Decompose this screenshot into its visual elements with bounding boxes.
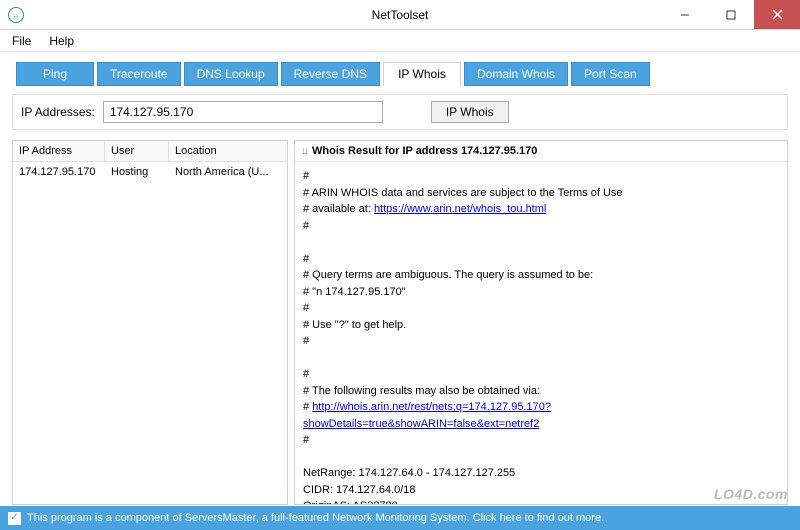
tou-link[interactable]: https://www.arin.net/whois_tou.html	[374, 203, 546, 215]
content-area: Ping Traceroute DNS Lookup Reverse DNS I…	[0, 52, 800, 505]
result-title: Whois Result for IP address 174.127.95.1…	[312, 145, 537, 157]
whois-line: #	[303, 168, 779, 185]
whois-line: # "n 174.127.95.170"	[303, 284, 779, 301]
minimize-button[interactable]	[662, 0, 708, 29]
tab-reverse-dns[interactable]: Reverse DNS	[281, 62, 380, 86]
input-row: IP Addresses: IP Whois	[12, 94, 788, 130]
menu-file[interactable]: File	[6, 32, 37, 50]
footer-banner[interactable]: ✓ This program is a component of Servers…	[0, 506, 800, 530]
whois-line: #	[303, 218, 779, 235]
whois-line: #	[303, 366, 779, 383]
watermark: LO4D.com	[714, 486, 788, 502]
menu-help[interactable]: Help	[43, 32, 80, 50]
close-button[interactable]	[754, 0, 800, 29]
whois-line: #	[303, 251, 779, 268]
whois-line: #	[303, 333, 779, 350]
whois-line: OriginAS: AS32780	[303, 498, 779, 504]
td-ip: 174.127.95.170	[19, 166, 111, 178]
results-table: IP Address User Location 174.127.95.170 …	[12, 140, 288, 505]
main-split: IP Address User Location 174.127.95.170 …	[12, 140, 788, 505]
tabs: Ping Traceroute DNS Lookup Reverse DNS I…	[12, 62, 788, 86]
tab-domain-whois[interactable]: Domain Whois	[464, 62, 568, 86]
result-header[interactable]: ↓↓ Whois Result for IP address 174.127.9…	[295, 141, 787, 162]
whois-line: CIDR: 174.127.64.0/18	[303, 482, 779, 499]
window-title: NetToolset	[372, 8, 429, 22]
table-header: IP Address User Location	[13, 141, 287, 162]
tab-port-scan[interactable]: Port Scan	[571, 62, 650, 86]
app-icon: ←	[8, 7, 24, 23]
expand-icon: ↓↓	[301, 145, 306, 157]
maximize-button[interactable]	[708, 0, 754, 29]
titlebar: ← NetToolset	[0, 0, 800, 30]
tab-ip-whois[interactable]: IP Whois	[383, 62, 461, 86]
menubar: File Help	[0, 30, 800, 52]
whois-result-panel: ↓↓ Whois Result for IP address 174.127.9…	[294, 140, 788, 505]
rest-query-link[interactable]: http://whois.arin.net/rest/nets;q=174.12…	[303, 401, 551, 430]
check-icon: ✓	[8, 512, 21, 525]
footer-text: This program is a component of ServersMa…	[27, 512, 604, 524]
whois-line: # Use "?" to get help.	[303, 317, 779, 334]
whois-line: # available at: https://www.arin.net/who…	[303, 201, 779, 218]
whois-line: NetRange: 174.127.64.0 - 174.127.127.255	[303, 465, 779, 482]
window-controls	[662, 0, 800, 29]
whois-line: # Query terms are ambiguous. The query i…	[303, 267, 779, 284]
whois-line: # http://whois.arin.net/rest/nets;q=174.…	[303, 399, 779, 432]
ip-addresses-label: IP Addresses:	[21, 105, 95, 119]
ip-whois-button[interactable]: IP Whois	[431, 101, 509, 123]
td-location: North America (U...	[175, 166, 281, 178]
table-row[interactable]: 174.127.95.170 Hosting North America (U.…	[13, 162, 287, 182]
whois-line: #	[303, 432, 779, 449]
result-body[interactable]: # # ARIN WHOIS data and services are sub…	[295, 162, 787, 504]
td-user: Hosting	[111, 166, 175, 178]
th-ip-address[interactable]: IP Address	[13, 141, 105, 161]
ip-addresses-input[interactable]	[103, 101, 383, 123]
whois-line: #	[303, 300, 779, 317]
tab-ping[interactable]: Ping	[16, 62, 94, 86]
tab-traceroute[interactable]: Traceroute	[97, 62, 181, 86]
th-user[interactable]: User	[105, 141, 169, 161]
whois-line: # ARIN WHOIS data and services are subje…	[303, 185, 779, 202]
tab-dns-lookup[interactable]: DNS Lookup	[184, 62, 278, 86]
whois-line: # The following results may also be obta…	[303, 383, 779, 400]
th-location[interactable]: Location	[169, 141, 287, 161]
